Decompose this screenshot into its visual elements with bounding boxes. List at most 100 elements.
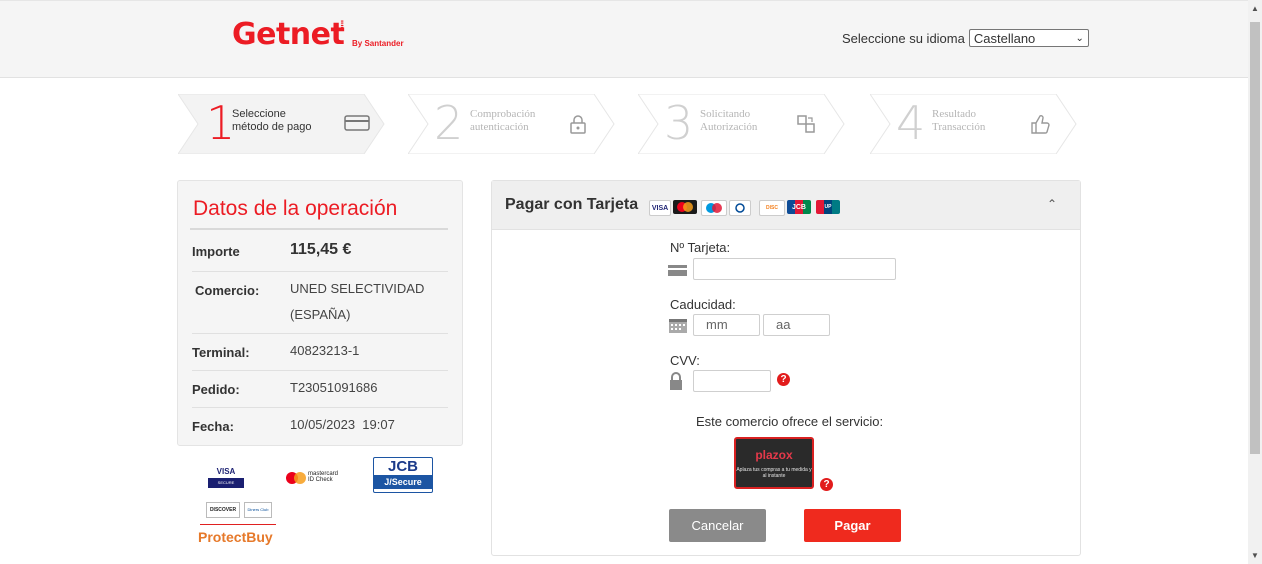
card-number-input[interactable] [693, 258, 896, 280]
brand-dots-icon: ⁞⁞⁞ [340, 20, 345, 31]
step-4: 4 Resultado Transacción [870, 94, 1080, 154]
mastercard-circles-icon [286, 472, 306, 484]
step-2-line1: Comprobación [470, 108, 536, 120]
scroll-up-icon[interactable]: ▲ [1251, 4, 1259, 13]
language-value: Castellano [973, 30, 1036, 46]
date-value: 10/05/2023 19:07 [290, 417, 395, 432]
operation-title: Datos de la operación [193, 197, 398, 220]
language-select[interactable]: Castellano ⌄ [968, 29, 1089, 47]
pay-button[interactable]: Pagar [804, 509, 901, 542]
diners-icon [735, 203, 745, 213]
operation-panel: Datos de la operación Importe 115,45 € C… [177, 180, 463, 446]
step-1: 1 Seleccione método de pago [178, 94, 388, 154]
scroll-thumb[interactable] [1250, 22, 1260, 454]
maestro-logo [701, 200, 727, 216]
maestro-circles-icon [706, 203, 722, 213]
step-4-number: 4 [896, 96, 926, 150]
amount-value: 115,45 € [290, 241, 352, 258]
chevron-up-icon[interactable]: ⌃ [1047, 197, 1057, 211]
diners-club-logo: Diners Club [244, 502, 272, 518]
step-4-line1: Resultado [932, 108, 976, 120]
unionpay-logo: UP [816, 200, 840, 214]
service-label: Este comercio ofrece el servicio: [696, 414, 884, 429]
amount-row: Importe 115,45 € [192, 231, 448, 272]
cvv-help-icon[interactable]: ? [777, 373, 790, 386]
language-selector: Seleccione su idioma Castellano ⌄ [842, 29, 1089, 47]
step-1-number: 1 [206, 96, 236, 150]
card-payment-title: Pagar con Tarjeta [505, 196, 639, 213]
transfer-icon [797, 115, 815, 133]
step-3-line1: Solicitando [700, 108, 751, 120]
brand-sub: By Santander [352, 39, 404, 48]
step-2-line2: autenticación [470, 121, 529, 133]
cvv-label: CVV: [670, 353, 700, 368]
terminal-row: Terminal: 40823213-1 [192, 333, 448, 371]
mastercard-line2: ID Check [308, 477, 333, 483]
card-payment-header[interactable]: Pagar con Tarjeta VISA DISC JCB UP ⌃ [492, 181, 1080, 230]
plazox-button[interactable]: plazox Aplaza tus compras a tu medida y … [734, 437, 814, 489]
card-icon [668, 265, 687, 276]
terminal-label: Terminal: [192, 345, 250, 360]
header: Getnet ⁞⁞⁞ By Santander Seleccione su id… [0, 0, 1248, 78]
protectbuy-logo: ProtectBuy [198, 529, 273, 545]
order-label: Pedido: [192, 382, 240, 397]
visa-secure-line2: SECURE [208, 478, 244, 488]
scroll-down-icon[interactable]: ▼ [1251, 551, 1259, 560]
card-payment-panel: Pagar con Tarjeta VISA DISC JCB UP ⌃ [491, 180, 1081, 556]
jcb-line2: J/Secure [374, 475, 432, 489]
step-3-number: 3 [664, 96, 694, 150]
chevron-down-icon: ⌄ [1075, 32, 1084, 44]
vertical-scrollbar[interactable]: ▲ ▼ [1248, 0, 1262, 564]
merchant-value-line2: (ESPAÑA) [290, 307, 351, 322]
date-row: Fecha: 10/05/2023 19:07 [192, 407, 448, 444]
expiry-label: Caducidad: [670, 297, 736, 312]
amount-label: Importe [192, 244, 240, 259]
card-icon [344, 115, 370, 131]
order-row: Pedido: T23051091686 [192, 370, 448, 408]
mastercard-logo [673, 200, 697, 214]
step-1-line1: Seleccione [232, 108, 286, 120]
merchant-row: Comercio: UNED SELECTIVIDAD (ESPAÑA) [192, 271, 448, 334]
date-label: Fecha: [192, 419, 234, 434]
jcb-line1: JCB [387, 458, 418, 475]
title-divider [190, 228, 448, 230]
brand-name: Getnet [232, 17, 345, 52]
getnet-logo: Getnet ⁞⁞⁞ By Santander [232, 17, 404, 52]
plazox-name: plazox [755, 448, 793, 462]
visa-secure-line1: VISA [216, 467, 236, 476]
expiry-month-input[interactable]: mm [693, 314, 760, 336]
language-label: Seleccione su idioma [842, 30, 965, 46]
lock-icon [570, 115, 586, 134]
progress-steps: 1 Seleccione método de pago 2 Comprobaci… [178, 94, 1080, 154]
calendar-icon [669, 319, 687, 333]
step-4-line2: Transacción [932, 121, 986, 133]
merchant-value-line1: UNED SELECTIVIDAD [290, 281, 425, 296]
order-value: T23051091686 [290, 380, 378, 395]
merchant-label: Comercio: [195, 283, 260, 298]
expiry-year-input[interactable]: aa [763, 314, 830, 336]
lock-icon [670, 372, 682, 390]
step-1-line2: método de pago [232, 121, 312, 133]
diners-logo [729, 200, 751, 216]
discover-logo: DISCOVER [206, 502, 240, 518]
cancel-button[interactable]: Cancelar [669, 509, 766, 542]
card-number-label: Nº Tarjeta: [670, 240, 731, 255]
terminal-value: 40823213-1 [290, 343, 360, 358]
plazox-help-icon[interactable]: ? [820, 478, 833, 491]
thumbs-up-icon [1031, 115, 1050, 134]
plazox-tagline: Aplaza tus compras a tu medida y al inst… [736, 467, 812, 479]
step-4-label: Resultado Transacción [932, 108, 1022, 134]
logos-divider [200, 524, 276, 525]
step-3: 3 Solicitando Autorización [638, 94, 848, 154]
step-3-line2: Autorización [700, 121, 758, 133]
visa-secure-logo: VISA SECURE [208, 467, 244, 493]
mastercard-circles-icon [677, 202, 693, 212]
cvv-input[interactable] [693, 370, 771, 392]
merchant-value: UNED SELECTIVIDAD (ESPAÑA) [290, 276, 424, 328]
jcb-card-logo: JCB [787, 200, 811, 214]
visa-card-logo: VISA [649, 200, 671, 216]
step-2: 2 Comprobación autenticación [408, 94, 618, 154]
step-2-label: Comprobación autenticación [470, 108, 560, 134]
step-2-number: 2 [434, 96, 464, 150]
step-1-label: Seleccione método de pago [232, 108, 322, 134]
